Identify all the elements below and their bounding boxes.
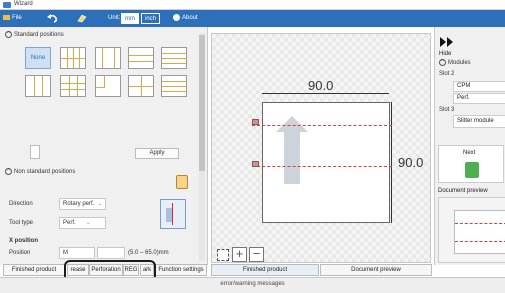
- tool-type-label: Tool type: [9, 220, 34, 226]
- next-label: Next: [463, 150, 476, 156]
- undo-button[interactable]: [46, 13, 60, 24]
- perforation-marker-icon[interactable]: [252, 161, 259, 167]
- position-option[interactable]: [128, 75, 154, 97]
- file-menu[interactable]: File: [3, 13, 22, 24]
- unit-label: Unit:: [108, 15, 121, 21]
- info-icon: [173, 13, 180, 21]
- layout-canvas[interactable]: 90.0 90.0 + −: [211, 33, 431, 263]
- tab-finished-product-preview[interactable]: Finished product: [211, 264, 319, 276]
- zoom-in-icon[interactable]: +: [232, 247, 247, 262]
- position-option[interactable]: [161, 47, 187, 69]
- document-preview-pane: [438, 197, 505, 263]
- menu-bar: File Unit: mm inch About: [0, 10, 505, 27]
- tab-document-preview[interactable]: Document preview: [320, 264, 432, 276]
- fit-to-window-icon[interactable]: [217, 249, 229, 261]
- tab-function-settings[interactable]: Function settings: [155, 264, 207, 276]
- direction-select[interactable]: Rotary perf. ⌄: [59, 198, 106, 210]
- height-dimension: 90.0: [398, 155, 424, 170]
- document-preview-sheet: [454, 210, 505, 254]
- unit-mm-button[interactable]: mm: [121, 13, 139, 24]
- left-scrollbar-thumb[interactable]: [199, 35, 205, 171]
- slot2-label: Slot 2: [439, 71, 455, 77]
- direction-label: Direction: [9, 201, 33, 207]
- app-icon: [3, 2, 11, 8]
- non-standard-positions-header[interactable]: ^ Non standard positions: [5, 168, 75, 175]
- slot3-module-slitter[interactable]: Slitter module: [453, 115, 505, 128]
- tool-type-select[interactable]: Perf. ⌄: [59, 217, 106, 229]
- collapse-icon: ^: [5, 31, 12, 38]
- left-scrollbar[interactable]: [199, 33, 205, 261]
- width-dimension-line: [262, 93, 389, 94]
- lock-icon[interactable]: [176, 175, 188, 189]
- double-arrow-right-icon: [440, 37, 453, 47]
- perforation-line[interactable]: [252, 166, 392, 167]
- preview-perforation-line: [455, 223, 505, 224]
- position-range: (5.0 – 65.0)mm: [128, 250, 169, 256]
- hide-button[interactable]: [439, 37, 455, 49]
- clear-button[interactable]: [76, 13, 90, 24]
- modules-header[interactable]: ^ Modules: [439, 59, 471, 66]
- left-panel: ^ Standard positions None Apply ^ Non st…: [0, 27, 208, 265]
- error-messages-label: error/warning messages: [220, 281, 285, 287]
- current-layout-thumbnail: [30, 145, 40, 159]
- window-title: Wizard: [14, 1, 33, 7]
- chevron-down-icon: ⌄: [97, 201, 103, 207]
- position-option[interactable]: [60, 75, 86, 97]
- perforation-marker-icon[interactable]: [252, 119, 259, 125]
- tab-finished-product[interactable]: Finished product: [3, 264, 65, 276]
- position-label: Position: [9, 250, 31, 256]
- hide-label: Hide: [439, 51, 452, 57]
- download-arrow-icon: [465, 162, 479, 178]
- about-menu[interactable]: About: [173, 13, 198, 24]
- title-bar: Wizard: [0, 0, 505, 10]
- direction-preview-icon: [160, 199, 186, 229]
- about-label: About: [182, 15, 198, 21]
- slot2-module-cpm[interactable]: CPM: [453, 81, 505, 92]
- height-dimension-line: [391, 102, 392, 223]
- position-option[interactable]: [95, 75, 121, 97]
- standard-positions-header[interactable]: ^ Standard positions: [5, 31, 64, 38]
- slot2-module-perf[interactable]: Perf.: [453, 93, 505, 104]
- position-option[interactable]: [161, 75, 187, 97]
- x-position-label: X position: [9, 238, 38, 244]
- position-option[interactable]: [25, 75, 51, 97]
- slot3-label: Slot 3: [439, 107, 455, 113]
- collapse-icon: ^: [439, 59, 446, 66]
- file-menu-label: File: [12, 15, 22, 21]
- right-panel: Hide ^ Modules Slot 2 CPM Perf. Slot 3 Sl…: [434, 27, 505, 265]
- position-value-input[interactable]: [97, 247, 125, 259]
- preview-perforation-line: [455, 241, 505, 242]
- apply-button[interactable]: Apply: [135, 148, 179, 159]
- collapse-icon: ^: [5, 168, 12, 175]
- position-mode-select[interactable]: M: [59, 247, 95, 259]
- width-dimension: 90.0: [308, 78, 334, 93]
- position-option[interactable]: [60, 47, 86, 69]
- document-preview-label: Document preview: [438, 188, 488, 194]
- error-bar: error/warning messages: [0, 277, 505, 293]
- position-option[interactable]: [95, 47, 121, 69]
- undo-icon: [47, 14, 58, 23]
- unit-inch-button[interactable]: inch: [141, 13, 161, 24]
- zoom-out-icon[interactable]: −: [249, 247, 264, 262]
- eraser-icon: [77, 14, 87, 23]
- perforation-line[interactable]: [252, 125, 392, 126]
- position-none[interactable]: None: [25, 47, 51, 69]
- folder-icon: [3, 14, 10, 20]
- next-button[interactable]: Next: [438, 145, 504, 183]
- position-option[interactable]: [128, 47, 154, 69]
- chevron-down-icon: ⌄: [85, 220, 91, 226]
